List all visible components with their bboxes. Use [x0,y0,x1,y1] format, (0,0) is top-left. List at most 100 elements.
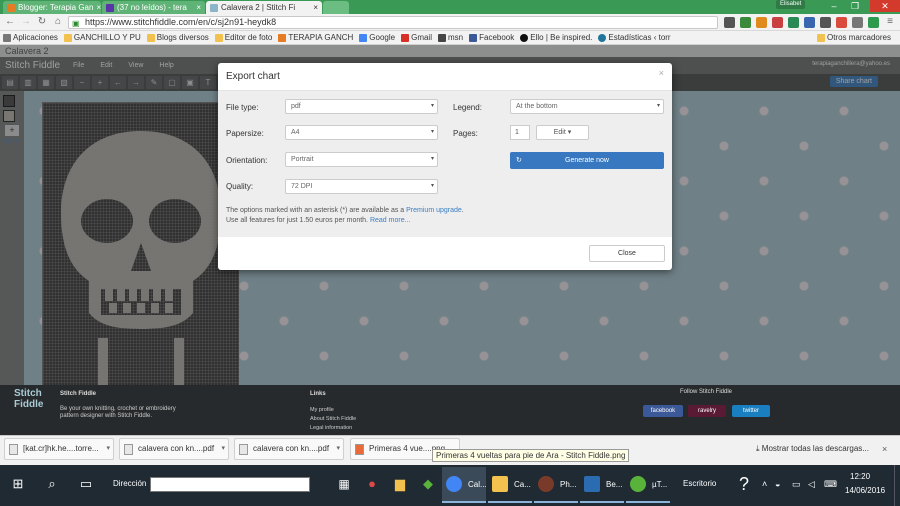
read-more-link[interactable]: Read more... [370,217,410,224]
dialog-header [218,63,672,91]
downloads-close-icon[interactable]: × [882,444,887,454]
close-button[interactable]: Close [589,245,665,262]
tray-up-arrow-icon[interactable]: ˄ [762,479,767,489]
image-file-icon [355,444,364,455]
bookmark-link[interactable]: Gmail [398,33,435,42]
bookmark-apps[interactable]: Aplicaciones [0,33,61,42]
clock-time[interactable]: 12:20 [850,472,870,481]
papersize-select[interactable]: A4 ▾ [285,125,438,140]
taskbar-item-chrome[interactable]: Cal... [442,467,486,503]
twitter-button[interactable]: twitter [732,405,770,417]
chevron-down-icon[interactable]: ▾ [221,439,225,459]
orientation-select[interactable]: Portrait ▾ [285,152,438,167]
download-item[interactable]: calavera con kn....pdf ▾ [119,438,229,460]
help-icon[interactable]: ? [730,470,758,498]
download-item[interactable]: calavera con kn....pdf ▾ [234,438,344,460]
dropdown-arrow-icon: ▾ [567,129,572,136]
back-icon[interactable]: ← [4,16,16,28]
extension-icon[interactable] [788,17,799,28]
quality-select[interactable]: 72 DPI ▾ [285,179,438,194]
extension-icon[interactable] [804,17,815,28]
volume-icon[interactable]: ◁ [808,479,815,490]
extension-icon[interactable] [852,17,863,28]
clock-date[interactable]: 14/06/2016 [845,486,885,495]
windows-start-icon[interactable]: ⊞ [4,470,32,498]
file-type-select[interactable]: pdf ▾ [285,99,438,114]
taskbar-item-explorer[interactable]: Ca... [488,467,532,503]
forward-icon[interactable]: → [20,16,32,28]
folder-icon [146,33,155,42]
footer-link-profile[interactable]: My profile [310,407,334,413]
reload-icon[interactable]: ↻ [36,16,48,28]
extension-icon[interactable] [724,17,735,28]
dialog-close-icon[interactable]: × [659,68,664,78]
bookmark-link[interactable]: TERAPIA GANCH [275,33,356,42]
search-icon[interactable]: ⌕ [38,470,66,498]
maximize-icon[interactable]: ❐ [846,0,864,12]
bookmark-folder[interactable]: Blogs diversos [144,33,212,42]
taskbar-item-utorrent[interactable]: µT... [626,467,670,503]
extension-icon[interactable] [740,17,751,28]
network-icon[interactable]: ▭ [792,479,801,490]
home-icon[interactable]: ⌂ [52,16,64,28]
desktop-toolbar-label[interactable]: Escritorio [683,479,716,488]
tab-close-icon[interactable]: × [93,3,101,12]
extension-icon[interactable] [868,17,879,28]
pages-input[interactable]: 1 [510,125,530,140]
download-item[interactable]: [kat.cr]hk.he....torre... ▾ [4,438,114,460]
other-bookmarks[interactable]: Otros marcadores [814,33,894,42]
bookmark-label: Otros marcadores [826,33,891,42]
url-input[interactable]: ▣ https://www.stitchfiddle.com/en/c/sj2n… [68,16,718,29]
download-name: calavera con kn....pdf [253,444,330,453]
tray-app-icon[interactable]: ◒ [775,479,780,489]
premium-upgrade-link[interactable]: Premium upgrade [406,207,462,214]
pages-label: Pages: [453,129,478,138]
bookmark-link[interactable]: msn [435,33,466,42]
new-tab-button[interactable] [323,1,349,14]
tab-mail[interactable]: (37 no leídos) - tera × [102,1,205,14]
tab-close-icon[interactable]: × [310,3,318,12]
bookmark-label: Blogs diversos [156,33,209,42]
keyboard-icon[interactable]: ⌨ [824,479,837,490]
extension-icon[interactable] [836,17,847,28]
tab-stitchfiddle[interactable]: Calavera 2 | Stitch Fi × [206,1,322,14]
bookmark-link[interactable]: Facebook [466,33,517,42]
window-close-icon[interactable]: ✕ [870,0,900,12]
show-all-downloads-link[interactable]: ⤓ Mostrar todas las descargas... [756,444,869,454]
task-view-icon[interactable]: ▭ [72,470,100,498]
bookmark-link[interactable]: Google [356,33,398,42]
taskbar-item-photo[interactable]: Ph... [534,467,578,503]
app-icon[interactable]: ◆ [414,470,442,498]
app-icon[interactable]: ● [358,470,386,498]
file-icon [9,444,18,455]
footer-link-legal[interactable]: Legal information [310,425,352,431]
ravelry-button[interactable]: ravelry [688,405,726,417]
bookmark-link[interactable]: Ello | Be inspired. [517,33,595,42]
extension-icon[interactable] [772,17,783,28]
extension-icon[interactable] [756,17,767,28]
dropdown-arrow-icon: ▾ [430,156,434,162]
bookmark-folder[interactable]: Editor de foto [212,33,276,42]
chrome-menu-icon[interactable]: ≡ [884,16,896,28]
address-toolbar-input[interactable] [150,477,310,492]
minimize-icon[interactable]: – [825,0,843,12]
generate-now-button[interactable]: ↻ Generate now [510,152,664,169]
taskbar-item-browser[interactable]: Be... [580,467,624,503]
bookmark-label: Facebook [479,33,515,42]
footer-link-about[interactable]: About Stitch Fiddle [310,416,356,422]
tab-blogger[interactable]: Blogger: Terapia Gan × [3,1,101,14]
chevron-down-icon[interactable]: ▾ [336,439,340,459]
folder-icon[interactable]: ▆ [386,470,414,498]
profile-chip[interactable]: Elisabet [776,0,806,9]
bookmark-folder[interactable]: GANCHILLO Y PU [61,33,144,42]
tab-close-icon[interactable]: × [193,3,201,12]
bookmark-label: Estadísticas ‹ torr [608,33,671,42]
edit-pages-button[interactable]: Edit ▾ [536,125,589,140]
bookmark-link[interactable]: Estadísticas ‹ torr [595,33,673,42]
show-desktop-button[interactable] [894,465,900,506]
windows-store-icon[interactable]: ▦ [330,470,358,498]
chevron-down-icon[interactable]: ▾ [106,439,110,459]
legend-select[interactable]: At the bottom ▾ [510,99,664,114]
facebook-button[interactable]: facebook [643,405,683,417]
extension-icon[interactable] [820,17,831,28]
